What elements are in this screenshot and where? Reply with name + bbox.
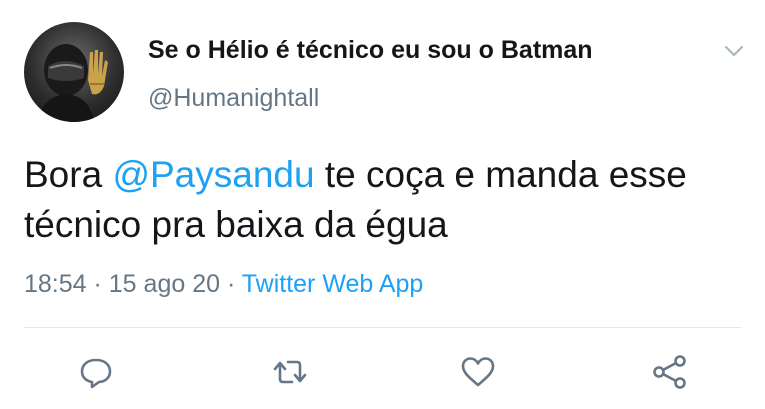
tweet-text-before: Bora — [24, 154, 113, 195]
retweet-button[interactable] — [270, 352, 310, 392]
share-icon — [653, 355, 686, 389]
chevron-down-icon[interactable] — [721, 38, 747, 64]
avatar[interactable] — [24, 22, 124, 122]
tweet-meta: 18:54 · 15 ago 20 · Twitter Web App — [24, 270, 423, 299]
tweet-time: 18:54 — [24, 270, 87, 298]
share-button[interactable] — [650, 352, 690, 392]
like-button[interactable] — [458, 352, 498, 392]
divider — [24, 327, 741, 328]
avatar-image — [38, 44, 108, 122]
display-name[interactable]: Se o Hélio é técnico eu sou o Batman — [148, 36, 593, 65]
tweet-date: 15 ago 20 — [108, 270, 220, 298]
reply-icon — [80, 358, 112, 389]
mention-link[interactable]: @Paysandu — [112, 154, 314, 195]
separator: · — [220, 270, 242, 298]
tweet-card: Se o Hélio é técnico eu sou o Batman @Hu… — [0, 0, 765, 409]
reply-button[interactable] — [76, 352, 116, 392]
heart-icon — [461, 357, 495, 387]
separator: · — [86, 270, 109, 298]
action-bar — [0, 352, 765, 396]
tweet-text: Bora @Paysandu te coça e manda esse técn… — [24, 150, 744, 250]
tweet-source-link[interactable]: Twitter Web App — [242, 270, 424, 298]
user-handle[interactable]: @Humanightall — [148, 84, 319, 113]
retweet-icon — [273, 360, 307, 384]
